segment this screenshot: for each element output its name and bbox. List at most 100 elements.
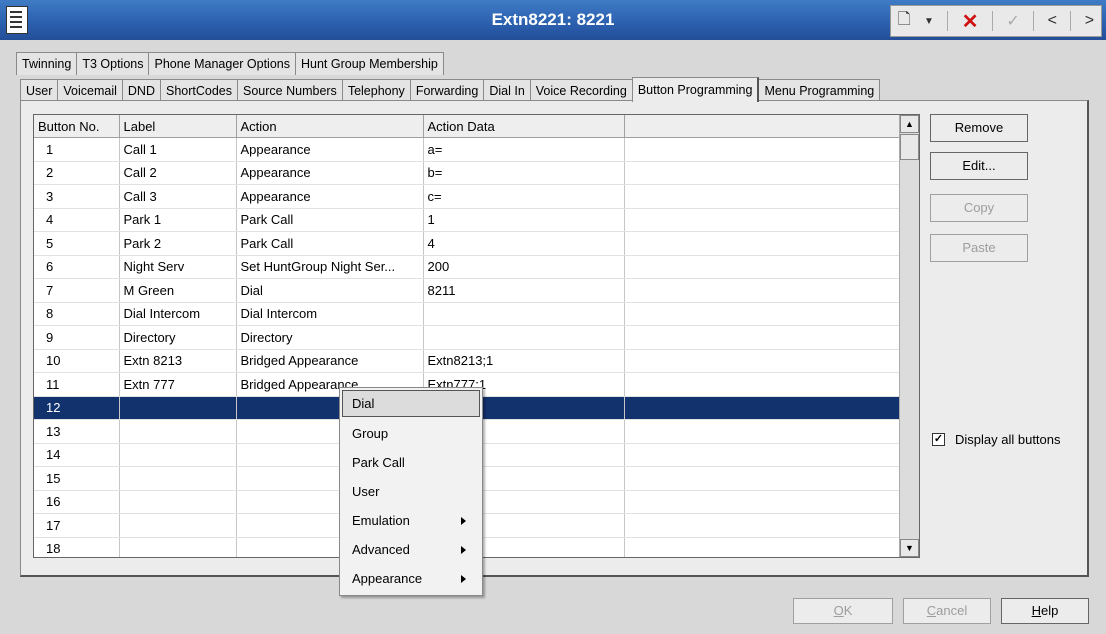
cell-label[interactable] — [119, 490, 237, 514]
tab-user[interactable]: User — [20, 79, 59, 102]
cell-button-no[interactable]: 2 — [34, 161, 120, 185]
cell-button-no[interactable]: 18 — [34, 537, 120, 557]
cell-action[interactable]: Appearance — [236, 137, 424, 162]
cancel-button[interactable]: Cancel — [903, 598, 991, 624]
cell-label[interactable] — [119, 513, 237, 538]
menu-item-user[interactable]: User — [340, 477, 482, 506]
cell-button-no[interactable]: 4 — [34, 208, 120, 232]
tab-voice-recording[interactable]: Voice Recording — [529, 79, 633, 102]
scroll-thumb[interactable] — [900, 134, 919, 160]
tab-source-numbers[interactable]: Source Numbers — [237, 79, 343, 102]
scroll-up-icon[interactable]: ▲ — [900, 115, 919, 133]
table-row[interactable]: 10 Extn 8213 Bridged Appearance Extn8213;1 — [34, 349, 900, 373]
column-action[interactable]: Action — [236, 115, 424, 138]
cell-label[interactable] — [119, 466, 237, 491]
cell-action-data[interactable]: c= — [423, 184, 625, 209]
table-row[interactable]: 7M Green Dial 8211 — [34, 278, 900, 303]
table-row[interactable]: 9 Directory Directory — [34, 325, 900, 350]
dropdown-icon[interactable]: ▼ — [924, 16, 934, 27]
table-scrollbar[interactable]: ▲ ▼ — [899, 115, 919, 557]
tab-voicemail[interactable]: Voicemail — [57, 79, 123, 102]
remove-button[interactable]: Remove — [930, 114, 1028, 142]
tab-menu-programming[interactable]: Menu Programming — [758, 79, 881, 102]
cell-button-no[interactable]: 12 — [34, 396, 120, 420]
delete-icon[interactable]: ✕ — [962, 9, 979, 34]
cell-action-data[interactable] — [423, 302, 625, 326]
table-row[interactable]: 2 Call 2 Appearance b= — [34, 161, 900, 185]
cell-label[interactable]: M Green — [119, 278, 237, 303]
menu-item-emulation[interactable]: Emulation — [340, 506, 482, 535]
tab-phone-manager-options[interactable]: Phone Manager Options — [148, 52, 296, 75]
menu-item-dial[interactable]: Dial — [342, 390, 480, 417]
cell-action[interactable]: Bridged Appearance — [236, 349, 424, 373]
cell-button-no[interactable]: 15 — [34, 466, 120, 491]
cell-button-no[interactable]: 17 — [34, 513, 120, 538]
cell-label[interactable] — [119, 443, 237, 467]
cell-button-no[interactable]: 8 — [34, 302, 120, 326]
cell-button-no[interactable]: 3 — [34, 184, 120, 209]
cell-action-data[interactable]: b= — [423, 161, 625, 185]
cell-label[interactable]: Night Serv — [119, 255, 237, 279]
copy-button[interactable]: Copy — [930, 194, 1028, 222]
tab-twinning[interactable]: Twinning — [16, 52, 78, 75]
tab-shortcodes[interactable]: ShortCodes — [160, 79, 239, 102]
table-row[interactable]: 3 Call 3 Appearance c= — [34, 184, 900, 209]
cell-button-no[interactable]: 7 — [34, 278, 120, 303]
menu-item-park-call[interactable]: Park Call — [340, 448, 482, 477]
cell-label[interactable]: Park 2 — [119, 231, 237, 256]
cell-action-data[interactable]: 8211 — [423, 278, 625, 303]
paste-button[interactable]: Paste — [930, 234, 1028, 262]
cell-action[interactable]: Dial — [236, 278, 424, 303]
tab-button-programming[interactable]: Button Programming — [631, 77, 760, 102]
cell-button-no[interactable]: 13 — [34, 419, 120, 444]
apply-icon[interactable]: ✓ — [1006, 11, 1019, 31]
cell-action[interactable]: Appearance — [236, 184, 424, 209]
ok-button[interactable]: OK — [793, 598, 893, 624]
cell-button-no[interactable]: 11 — [34, 372, 120, 397]
cell-button-no[interactable]: 5 — [34, 231, 120, 256]
cell-button-no[interactable]: 14 — [34, 443, 120, 467]
forward-icon[interactable]: > — [1085, 12, 1094, 30]
cell-action[interactable]: Directory — [236, 325, 424, 350]
cell-label[interactable]: Call 1 — [119, 137, 237, 162]
checkbox-check-icon[interactable]: ✓ — [932, 433, 945, 446]
tab-forwarding[interactable]: Forwarding — [409, 79, 485, 102]
scroll-down-icon[interactable]: ▼ — [900, 539, 919, 557]
column-label[interactable]: Label — [119, 115, 237, 138]
tab-dnd[interactable]: DND — [121, 79, 161, 102]
tab-telephony[interactable]: Telephony — [341, 79, 411, 102]
display-all-buttons-checkbox[interactable]: ✓ Display all buttons — [932, 432, 1061, 447]
back-icon[interactable]: < — [1048, 12, 1057, 30]
new-icon[interactable]: 🗋 — [898, 8, 911, 35]
cell-action[interactable]: Appearance — [236, 161, 424, 185]
table-row[interactable]: 4 Park 1 Park Call 1 — [34, 208, 900, 232]
table-row[interactable]: 5 Park 2 Park Call 4 — [34, 231, 900, 256]
cell-action-data[interactable]: 200 — [423, 255, 625, 279]
cell-action-data[interactable] — [423, 325, 625, 350]
cell-action[interactable]: Set HuntGroup Night Ser... — [236, 255, 424, 279]
help-button[interactable]: Help — [1001, 598, 1089, 624]
cell-action[interactable]: Park Call — [236, 208, 424, 232]
cell-action-data[interactable]: Extn8213;1 — [423, 349, 625, 373]
cell-label[interactable] — [119, 396, 237, 420]
menu-item-appearance[interactable]: Appearance — [340, 564, 482, 593]
tab-dial-in[interactable]: Dial In — [483, 79, 531, 102]
column-button-no[interactable]: Button No. — [34, 115, 120, 138]
cell-label[interactable]: Directory — [119, 325, 237, 350]
cell-button-no[interactable]: 10 — [34, 349, 120, 373]
edit-button[interactable]: Edit... — [930, 152, 1028, 180]
cell-button-no[interactable]: 16 — [34, 490, 120, 514]
menu-item-advanced[interactable]: Advanced — [340, 535, 482, 564]
menu-item-group[interactable]: Group — [340, 419, 482, 448]
table-row[interactable]: 1 Call 1 Appearance a= — [34, 137, 900, 162]
tab-hunt-group-membership[interactable]: Hunt Group Membership — [295, 52, 444, 75]
tab-t3-options[interactable]: T3 Options — [76, 52, 150, 75]
cell-button-no[interactable]: 6 — [34, 255, 120, 279]
column-action-data[interactable]: Action Data — [423, 115, 625, 138]
cell-label[interactable]: Extn 777 — [119, 372, 237, 397]
cell-button-no[interactable]: 9 — [34, 325, 120, 350]
cell-label[interactable] — [119, 419, 237, 444]
cell-label[interactable] — [119, 537, 237, 557]
cell-label[interactable]: Park 1 — [119, 208, 237, 232]
cell-label[interactable]: Call 2 — [119, 161, 237, 185]
